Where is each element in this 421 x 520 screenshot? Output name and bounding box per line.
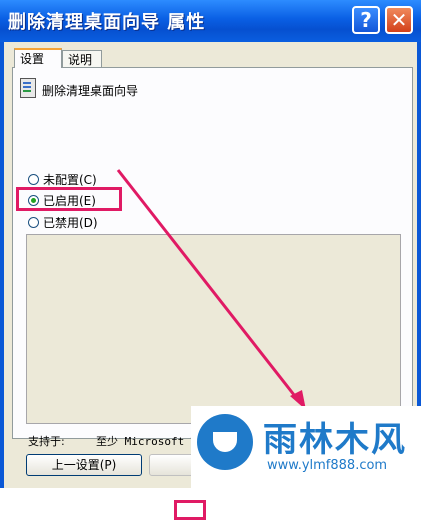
radio-button-icon[interactable] (28, 174, 39, 185)
watermark-url: www.ylmf888.com (267, 458, 388, 473)
policy-setting-icon (20, 78, 36, 98)
supported-on-label: 支持于: (28, 435, 65, 448)
previous-setting-button[interactable]: 上一设置(P) (26, 454, 142, 476)
radio-button-icon[interactable] (28, 217, 39, 228)
help-button[interactable]: ? (352, 6, 380, 34)
window-title: 删除清理桌面向导 属性 (8, 12, 206, 33)
leaf-logo-icon (197, 414, 253, 470)
radio-label: 已禁用(D) (43, 216, 98, 230)
title-bar[interactable]: 删除清理桌面向导 属性 ? ✕ (0, 0, 421, 42)
policy-name: 删除清理桌面向导 (42, 84, 139, 98)
tab-settings[interactable]: 设置 (14, 48, 62, 68)
ok-button-highlight-box (174, 500, 206, 520)
description-area (26, 234, 401, 424)
watermark-title: 雨林木风 (263, 420, 407, 460)
tab-description[interactable]: 说明 (62, 50, 102, 68)
close-button[interactable]: ✕ (385, 6, 413, 34)
radio-label: 未配置(C) (43, 173, 97, 187)
enabled-highlight-box (16, 187, 122, 211)
watermark: 雨林木风 www.ylmf888.com (191, 406, 421, 488)
